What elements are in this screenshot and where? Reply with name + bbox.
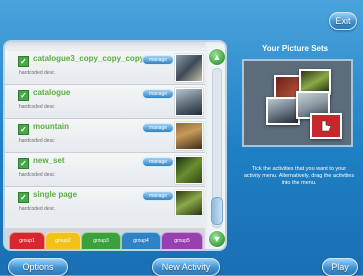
group-tabs: group1 group2 group3 group4 group5 [5,228,205,249]
checkbox-checked-icon[interactable]: ✓ [18,124,29,135]
list-item[interactable]: ✓ new_set hardcoded desc manage [5,153,205,187]
activity-thumbnail [175,54,203,82]
exit-button[interactable]: Exit [329,12,357,30]
picture-sets-title: Your Picture Sets [262,44,329,53]
activity-title: new_set [33,156,65,165]
tab-group1[interactable]: group1 [9,232,45,249]
activity-thumbnail [175,122,203,150]
manage-button[interactable]: manage [142,157,174,167]
list-item[interactable]: ✓ mountain hardcoded desc manage [5,119,205,153]
checkbox-checked-icon[interactable]: ✓ [18,192,29,203]
checkbox-checked-icon[interactable]: ✓ [18,56,29,67]
options-button[interactable]: Options [8,258,68,276]
manage-button[interactable]: manage [142,55,174,65]
activity-list: ✓ catalogue3_copy_copy_copy hardcoded de… [5,42,205,215]
picture-sets-preview [242,59,353,147]
scroll-thumb[interactable] [211,197,223,225]
scroll-up-icon[interactable]: ▲ [208,48,225,66]
list-item[interactable]: ✓ single page hardcoded desc manage [5,187,205,215]
picture-thumbnail [266,97,300,125]
list-item[interactable]: ✓ catalogue3_copy_copy_copy hardcoded de… [5,51,205,85]
manage-button[interactable]: manage [142,191,174,201]
tab-group3[interactable]: group3 [81,232,121,249]
activity-title: single page [33,190,78,199]
activity-title: catalogue3_copy_copy_copy [33,54,145,63]
tab-group4[interactable]: group4 [121,232,161,249]
activity-title: catalogue [33,88,71,97]
scroll-down-icon[interactable]: ▼ [208,230,225,248]
picture-thumbnail [310,113,342,139]
activity-description: hardcoded desc [19,206,55,212]
instruction-text: Tick the activities that you want to you… [243,166,355,186]
manage-button[interactable]: manage [142,89,174,99]
activity-thumbnail [175,190,203,215]
tab-group5[interactable]: group5 [161,232,203,249]
activity-description: hardcoded desc [19,138,55,144]
activity-description: hardcoded desc [19,172,55,178]
activity-thumbnail [175,88,203,116]
activity-description: hardcoded desc [19,104,55,110]
checkbox-checked-icon[interactable]: ✓ [18,158,29,169]
tab-group2[interactable]: group2 [45,232,81,249]
checkbox-checked-icon[interactable]: ✓ [18,90,29,101]
activity-description: hardcoded desc [19,70,55,76]
activity-title: mountain [33,122,69,131]
play-button[interactable]: Play [322,258,358,276]
hand-cursor-icon [321,120,332,132]
list-item[interactable]: ✓ catalogue hardcoded desc manage [5,85,205,119]
list-scrollbar[interactable]: ▲ ▼ [207,44,225,249]
new-activity-button[interactable]: New Activity [152,258,220,276]
manage-button[interactable]: manage [142,123,174,133]
activity-thumbnail [175,156,203,184]
activity-list-panel: ✓ catalogue3_copy_copy_copy hardcoded de… [3,40,227,251]
list-top-strip [5,42,205,50]
